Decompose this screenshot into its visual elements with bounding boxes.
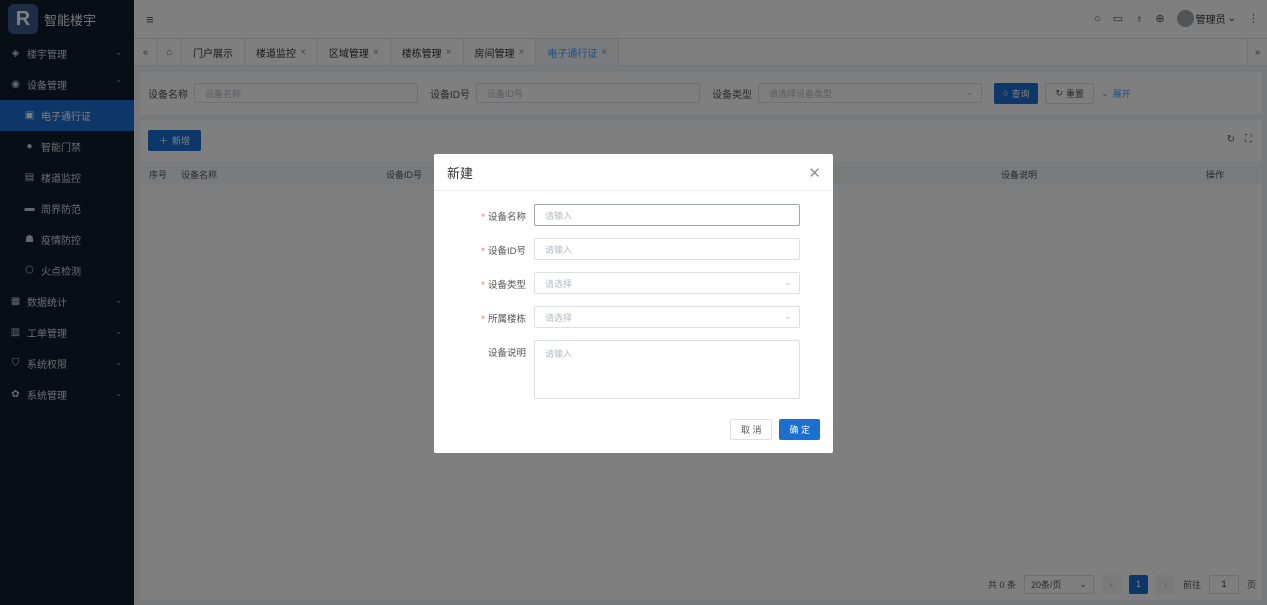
building-select[interactable]: 请选择 ⌄: [534, 306, 800, 328]
form-row-device-name: * 设备名称 请输入: [434, 204, 833, 226]
chevron-down-icon: ⌄: [784, 278, 791, 287]
dialog-header: 新建 ✕: [434, 154, 833, 191]
close-icon[interactable]: ✕: [808, 164, 821, 182]
form-row-building: * 所属楼栋 请选择 ⌄: [434, 306, 833, 328]
form-row-device-id: * 设备ID号 请输入: [434, 238, 833, 260]
chevron-down-icon: ⌄: [784, 312, 791, 321]
device-type-select[interactable]: 请选择 ⌄: [534, 272, 800, 294]
description-textarea[interactable]: 请输入: [534, 340, 800, 399]
confirm-button[interactable]: 确 定: [779, 419, 820, 440]
dialog-title: 新建: [447, 165, 474, 181]
device-name-input[interactable]: 请输入: [534, 204, 800, 226]
select-placeholder: 请选择: [545, 312, 573, 323]
field-label: * 设备类型: [481, 280, 526, 291]
device-id-input[interactable]: 请输入: [534, 238, 800, 260]
field-label: * 所属楼栋: [481, 314, 526, 325]
create-dialog: 新建 ✕ * 设备名称 请输入 * 设备ID号 请输入 * 设备类型 请选择 ⌄ * 所…: [434, 154, 833, 453]
field-label: 设备说明: [487, 348, 526, 359]
field-label: * 设备ID号: [481, 246, 526, 257]
select-placeholder: 请选择: [545, 278, 573, 289]
field-label: * 设备名称: [481, 212, 526, 223]
dialog-footer: 取 消 确 定: [729, 419, 820, 440]
form-row-description: 设备说明 请输入: [434, 340, 833, 399]
form-row-device-type: * 设备类型 请选择 ⌄: [434, 272, 833, 294]
cancel-button[interactable]: 取 消: [729, 419, 773, 440]
